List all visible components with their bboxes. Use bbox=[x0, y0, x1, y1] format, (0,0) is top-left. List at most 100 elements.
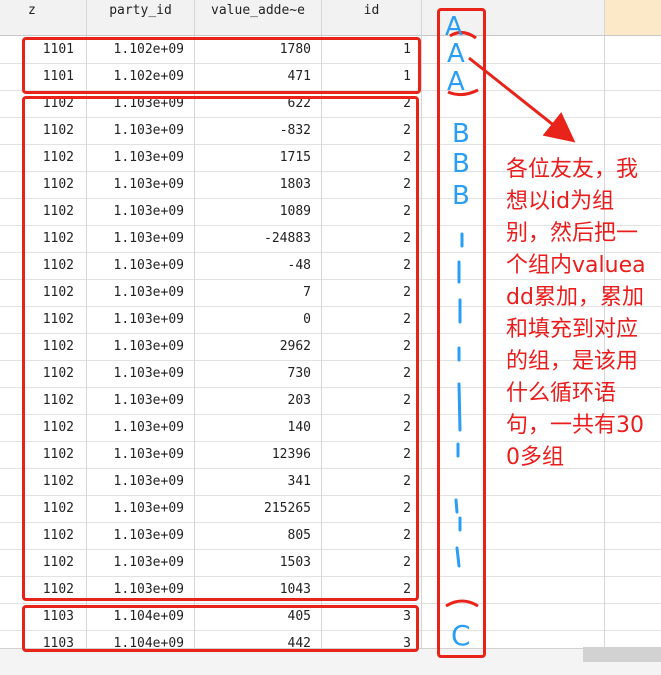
table-row[interactable]: 1102 1.103e+09 1503 2 bbox=[0, 549, 661, 577]
cell-party-id[interactable]: 1.103e+09 bbox=[87, 144, 195, 171]
cell-z[interactable]: 1102 bbox=[0, 117, 87, 144]
cell-value-added[interactable]: 442 bbox=[195, 630, 322, 648]
cell-value-added[interactable]: 203 bbox=[195, 387, 322, 414]
cell-id[interactable]: 2 bbox=[322, 549, 422, 576]
cell-party-id[interactable]: 1.103e+09 bbox=[87, 306, 195, 333]
cell-empty[interactable] bbox=[422, 522, 605, 549]
cell-z[interactable]: 1101 bbox=[0, 63, 87, 90]
cell-value-added[interactable]: 730 bbox=[195, 360, 322, 387]
cell-id[interactable]: 2 bbox=[322, 414, 422, 441]
cell-value-added[interactable]: 7 bbox=[195, 279, 322, 306]
cell-empty[interactable] bbox=[422, 63, 605, 90]
cell-z[interactable]: 1102 bbox=[0, 333, 87, 360]
cell-value-added[interactable]: 1803 bbox=[195, 171, 322, 198]
column-header-value-added[interactable]: value_adde~e bbox=[195, 0, 322, 35]
cell-empty[interactable] bbox=[605, 522, 661, 549]
cell-id[interactable]: 2 bbox=[322, 171, 422, 198]
cell-id[interactable]: 1 bbox=[322, 36, 422, 63]
cell-value-added[interactable]: 12396 bbox=[195, 441, 322, 468]
cell-id[interactable]: 2 bbox=[322, 333, 422, 360]
cell-value-added[interactable]: 1715 bbox=[195, 144, 322, 171]
cell-value-added[interactable]: 215265 bbox=[195, 495, 322, 522]
cell-value-added[interactable]: 2962 bbox=[195, 333, 322, 360]
cell-id[interactable]: 3 bbox=[322, 603, 422, 630]
cell-party-id[interactable]: 1.102e+09 bbox=[87, 36, 195, 63]
cell-party-id[interactable]: 1.103e+09 bbox=[87, 171, 195, 198]
cell-empty[interactable] bbox=[605, 117, 661, 144]
cell-party-id[interactable]: 1.103e+09 bbox=[87, 549, 195, 576]
cell-value-added[interactable]: 1503 bbox=[195, 549, 322, 576]
cell-id[interactable]: 2 bbox=[322, 90, 422, 117]
cell-empty[interactable] bbox=[605, 549, 661, 576]
cell-empty[interactable] bbox=[605, 36, 661, 63]
cell-z[interactable]: 1102 bbox=[0, 522, 87, 549]
cell-z[interactable]: 1102 bbox=[0, 198, 87, 225]
column-header-id[interactable]: id bbox=[322, 0, 422, 35]
cell-id[interactable]: 2 bbox=[322, 252, 422, 279]
cell-party-id[interactable]: 1.103e+09 bbox=[87, 252, 195, 279]
cell-empty[interactable] bbox=[605, 630, 661, 648]
cell-value-added[interactable]: 405 bbox=[195, 603, 322, 630]
cell-party-id[interactable]: 1.103e+09 bbox=[87, 279, 195, 306]
cell-z[interactable]: 1102 bbox=[0, 252, 87, 279]
column-header-z[interactable]: z bbox=[0, 0, 87, 35]
cell-party-id[interactable]: 1.102e+09 bbox=[87, 63, 195, 90]
cell-party-id[interactable]: 1.103e+09 bbox=[87, 360, 195, 387]
cell-id[interactable]: 2 bbox=[322, 576, 422, 603]
cell-empty[interactable] bbox=[422, 90, 605, 117]
cell-id[interactable]: 1 bbox=[322, 63, 422, 90]
cell-z[interactable]: 1102 bbox=[0, 414, 87, 441]
cell-id[interactable]: 2 bbox=[322, 198, 422, 225]
table-row[interactable]: 1102 1.103e+09 -832 2 bbox=[0, 117, 661, 145]
cell-empty[interactable] bbox=[422, 630, 605, 648]
table-row[interactable]: 1103 1.104e+09 442 3 bbox=[0, 630, 661, 648]
cell-z[interactable]: 1103 bbox=[0, 603, 87, 630]
cell-party-id[interactable]: 1.104e+09 bbox=[87, 630, 195, 648]
cell-z[interactable]: 1102 bbox=[0, 441, 87, 468]
cell-z[interactable]: 1102 bbox=[0, 144, 87, 171]
cell-value-added[interactable]: 1043 bbox=[195, 576, 322, 603]
cell-value-added[interactable]: 1780 bbox=[195, 36, 322, 63]
cell-empty[interactable] bbox=[605, 603, 661, 630]
cell-party-id[interactable]: 1.103e+09 bbox=[87, 333, 195, 360]
table-row[interactable]: 1101 1.102e+09 471 1 bbox=[0, 63, 661, 91]
cell-party-id[interactable]: 1.103e+09 bbox=[87, 522, 195, 549]
cell-empty[interactable] bbox=[422, 603, 605, 630]
cell-party-id[interactable]: 1.103e+09 bbox=[87, 468, 195, 495]
cell-id[interactable]: 2 bbox=[322, 468, 422, 495]
cell-id[interactable]: 2 bbox=[322, 387, 422, 414]
horizontal-scrollbar[interactable] bbox=[0, 648, 661, 675]
cell-empty[interactable] bbox=[422, 495, 605, 522]
cell-id[interactable]: 2 bbox=[322, 360, 422, 387]
cell-id[interactable]: 2 bbox=[322, 306, 422, 333]
cell-z[interactable]: 1102 bbox=[0, 576, 87, 603]
cell-z[interactable]: 1102 bbox=[0, 279, 87, 306]
cell-value-added[interactable]: 471 bbox=[195, 63, 322, 90]
cell-value-added[interactable]: -24883 bbox=[195, 225, 322, 252]
cell-party-id[interactable]: 1.103e+09 bbox=[87, 414, 195, 441]
cell-empty[interactable] bbox=[422, 117, 605, 144]
cell-z[interactable]: 1102 bbox=[0, 387, 87, 414]
cell-empty[interactable] bbox=[605, 576, 661, 603]
cell-id[interactable]: 2 bbox=[322, 522, 422, 549]
table-row[interactable]: 1102 1.103e+09 622 2 bbox=[0, 90, 661, 118]
column-header-party-id[interactable]: party_id bbox=[87, 0, 195, 35]
column-header-empty[interactable] bbox=[422, 0, 605, 35]
cell-z[interactable]: 1102 bbox=[0, 549, 87, 576]
cell-value-added[interactable]: 1089 bbox=[195, 198, 322, 225]
cell-z[interactable]: 1102 bbox=[0, 306, 87, 333]
cell-party-id[interactable]: 1.104e+09 bbox=[87, 603, 195, 630]
horizontal-scrollbar-thumb[interactable] bbox=[583, 647, 661, 662]
cell-value-added[interactable]: 341 bbox=[195, 468, 322, 495]
table-row[interactable]: 1102 1.103e+09 805 2 bbox=[0, 522, 661, 550]
cell-party-id[interactable]: 1.103e+09 bbox=[87, 495, 195, 522]
cell-empty[interactable] bbox=[605, 63, 661, 90]
cell-empty[interactable] bbox=[422, 36, 605, 63]
cell-id[interactable]: 2 bbox=[322, 279, 422, 306]
cell-empty[interactable] bbox=[422, 576, 605, 603]
table-row[interactable]: 1102 1.103e+09 1043 2 bbox=[0, 576, 661, 604]
cell-value-added[interactable]: 0 bbox=[195, 306, 322, 333]
table-row[interactable]: 1102 1.103e+09 215265 2 bbox=[0, 495, 661, 523]
cell-value-added[interactable]: -832 bbox=[195, 117, 322, 144]
cell-id[interactable]: 3 bbox=[322, 630, 422, 648]
